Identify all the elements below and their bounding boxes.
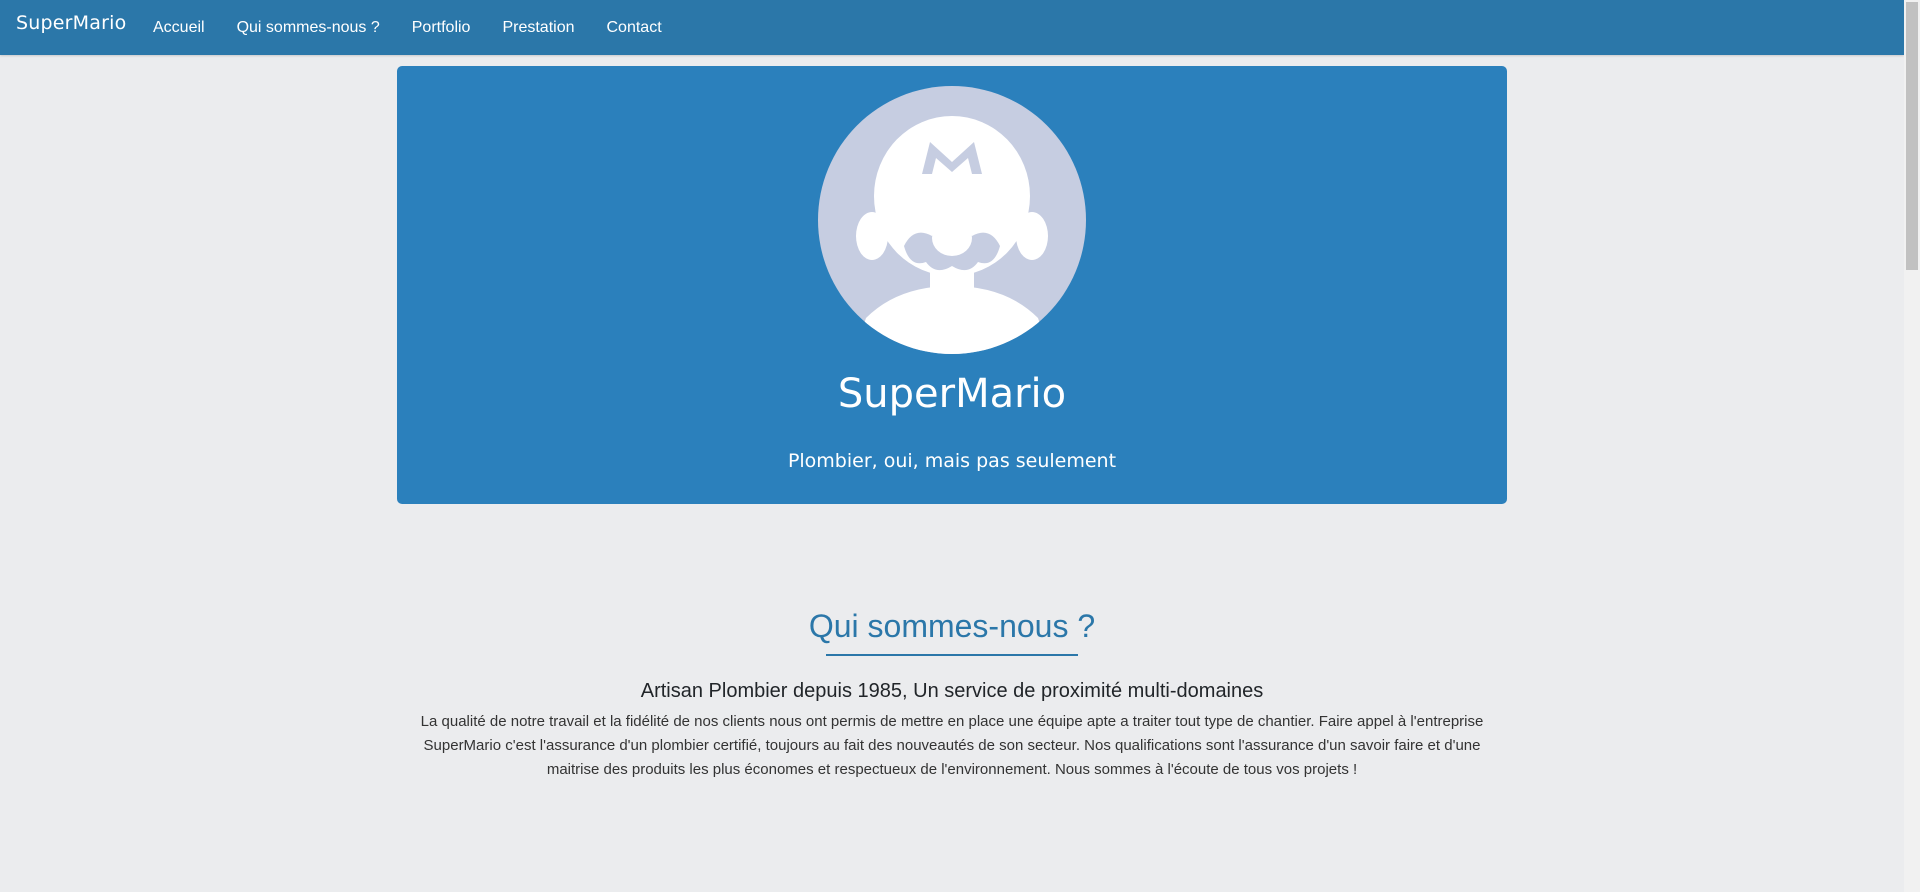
top-navbar: SuperMario Accueil Qui sommes-nous ? Por… bbox=[0, 0, 1904, 55]
nav-link-qui-sommes-nous[interactable]: Qui sommes-nous ? bbox=[221, 0, 396, 55]
nav-link-prestation[interactable]: Prestation bbox=[486, 0, 590, 55]
nav-item-accueil: Accueil bbox=[137, 0, 221, 55]
scrollbar-thumb[interactable] bbox=[1906, 2, 1918, 270]
nav-menu: Accueil Qui sommes-nous ? Portfolio Pres… bbox=[137, 0, 678, 55]
nav-item-portfolio: Portfolio bbox=[396, 0, 487, 55]
plumber-avatar-icon bbox=[818, 86, 1086, 354]
nav-link-accueil[interactable]: Accueil bbox=[137, 0, 221, 55]
nav-item-prestation: Prestation bbox=[486, 0, 590, 55]
about-description: La qualité de notre travail et la fidéli… bbox=[420, 713, 1484, 778]
nav-item-qui-sommes-nous: Qui sommes-nous ? bbox=[221, 0, 396, 55]
brand-logo-link[interactable]: SuperMario bbox=[16, 12, 126, 34]
hero-title: SuperMario bbox=[837, 371, 1067, 417]
vertical-scrollbar[interactable] bbox=[1904, 0, 1920, 892]
hero-banner: SuperMario Plombier, oui, mais pas seule… bbox=[397, 66, 1507, 504]
nav-link-portfolio[interactable]: Portfolio bbox=[396, 0, 487, 55]
about-heading: Qui sommes-nous ? bbox=[808, 608, 1096, 644]
about-subheading: Artisan Plombier depuis 1985, Un service… bbox=[640, 680, 1264, 702]
nav-link-contact[interactable]: Contact bbox=[591, 0, 678, 55]
hero-subtitle: Plombier, oui, mais pas seulement bbox=[787, 450, 1117, 472]
about-section: Qui sommes-nous ? Artisan Plombier depui… bbox=[397, 596, 1507, 782]
nav-item-contact: Contact bbox=[591, 0, 678, 55]
